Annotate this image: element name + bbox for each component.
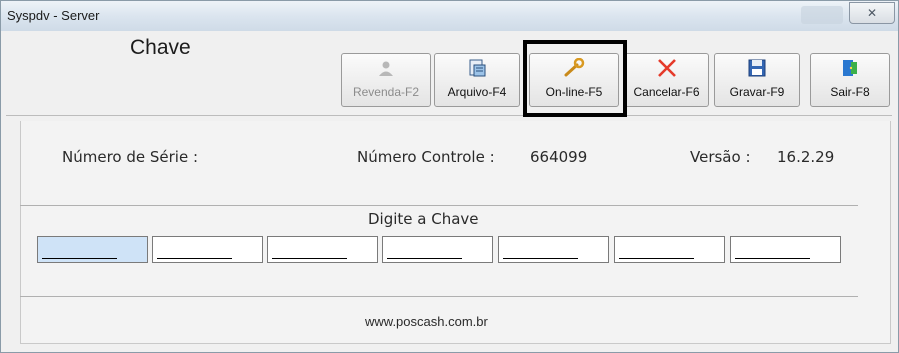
online-button-focus-highlight: [523, 40, 627, 117]
gravar-button[interactable]: Gravar-F9: [714, 53, 800, 107]
key-field-5[interactable]: [498, 236, 609, 263]
page-heading: Chave: [130, 36, 191, 59]
gravar-label: Gravar-F9: [729, 85, 785, 99]
revenda-label: Revenda-F2: [352, 85, 420, 99]
cancelar-label: Cancelar-F6: [633, 85, 700, 99]
version-value: 16.2.29: [777, 148, 835, 166]
title-bar[interactable]: Syspdv - Server ✕: [1, 1, 898, 31]
sair-button[interactable]: Sair-F8: [810, 53, 890, 107]
key-field-6[interactable]: [614, 236, 725, 263]
title-bar-ghost-button: [801, 6, 843, 24]
key-prompt-label: Digite a Chave: [368, 210, 479, 228]
key-field-4[interactable]: [382, 236, 493, 263]
close-icon: ✕: [866, 6, 878, 20]
version-label: Versão :: [690, 148, 751, 166]
exit-door-icon: [839, 57, 861, 79]
sair-label: Sair-F8: [830, 85, 870, 99]
arquivo-label: Arquivo-F4: [447, 85, 507, 99]
user-icon: [375, 57, 397, 79]
floppy-disk-icon: [746, 57, 768, 79]
key-field-3[interactable]: [267, 236, 378, 263]
cancel-x-icon: [656, 57, 678, 79]
window-title: Syspdv - Server: [7, 8, 100, 23]
arquivo-button[interactable]: Arquivo-F4: [434, 53, 520, 107]
file-icon: [466, 57, 488, 79]
key-field-7[interactable]: [730, 236, 841, 263]
control-number-value: 664099: [530, 148, 588, 166]
divider-top: [20, 205, 858, 206]
key-field-1[interactable]: [37, 236, 148, 263]
close-button[interactable]: ✕: [849, 2, 895, 24]
serial-number-label: Número de Série :: [62, 148, 199, 166]
revenda-button: Revenda-F2: [341, 53, 431, 107]
key-field-2[interactable]: [152, 236, 263, 263]
cancelar-button[interactable]: Cancelar-F6: [624, 53, 709, 107]
divider-bottom: [20, 296, 858, 297]
control-number-label: Número Controle :: [357, 148, 495, 166]
footer-url: www.poscash.com.br: [365, 314, 488, 329]
